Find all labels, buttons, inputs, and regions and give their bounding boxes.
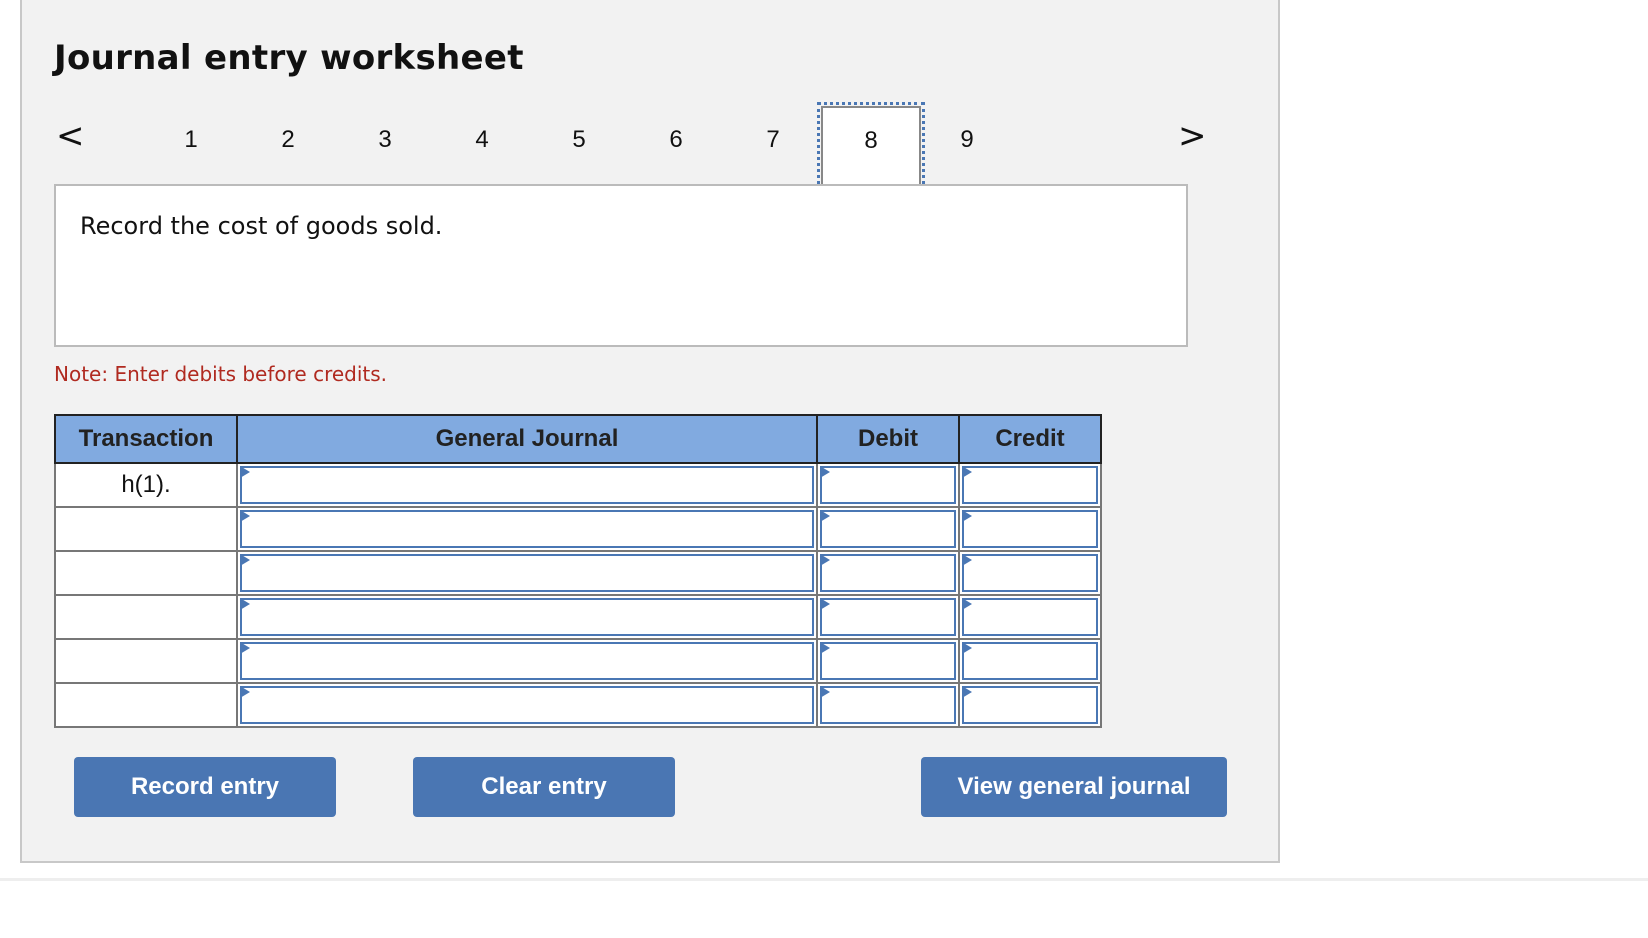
dropdown-marker-icon: [240, 554, 250, 566]
transaction-cell: h(1).: [54, 462, 238, 508]
header-credit: Credit: [958, 414, 1102, 464]
account-select[interactable]: [240, 686, 814, 724]
account-select[interactable]: [240, 642, 814, 680]
account-cell: [236, 550, 818, 596]
step-2[interactable]: 2: [238, 104, 338, 190]
transaction-cell: [54, 638, 238, 684]
debit-cell: [816, 682, 960, 728]
step-7[interactable]: 7: [723, 104, 823, 190]
step-4[interactable]: 4: [432, 104, 532, 190]
transaction-cell: [54, 506, 238, 552]
credit-input[interactable]: [962, 554, 1098, 592]
account-select[interactable]: [240, 510, 814, 548]
chevron-left-icon[interactable]: <: [56, 118, 85, 154]
dropdown-marker-icon: [240, 642, 250, 654]
credit-input[interactable]: [962, 466, 1098, 504]
header-general-journal: General Journal: [236, 414, 818, 464]
debit-cell: [816, 506, 960, 552]
header-debit: Debit: [816, 414, 960, 464]
journal-table: Transaction General Journal Debit Credit…: [54, 414, 1102, 728]
dropdown-marker-icon: [820, 686, 830, 698]
debit-input[interactable]: [820, 642, 956, 680]
table-row: [54, 594, 1102, 640]
credit-cell: [958, 638, 1102, 684]
dropdown-marker-icon: [240, 598, 250, 610]
table-row: [54, 638, 1102, 684]
step-9[interactable]: 9: [917, 104, 1017, 190]
account-cell: [236, 462, 818, 508]
credit-cell: [958, 506, 1102, 552]
debit-input[interactable]: [820, 510, 956, 548]
credit-input[interactable]: [962, 510, 1098, 548]
debit-cell: [816, 462, 960, 508]
credit-cell: [958, 462, 1102, 508]
table-row: [54, 506, 1102, 552]
debit-cell: [816, 594, 960, 640]
note-text: Note: Enter debits before credits.: [54, 362, 388, 386]
table-row: h(1).: [54, 462, 1102, 508]
dropdown-marker-icon: [820, 642, 830, 654]
table-row: [54, 550, 1102, 596]
credit-cell: [958, 594, 1102, 640]
debit-input[interactable]: [820, 686, 956, 724]
dropdown-marker-icon: [962, 642, 972, 654]
page-title: Journal entry worksheet: [54, 38, 524, 78]
header-transaction: Transaction: [54, 414, 238, 464]
credit-input[interactable]: [962, 686, 1098, 724]
debit-input[interactable]: [820, 466, 956, 504]
transaction-cell: [54, 682, 238, 728]
dropdown-marker-icon: [240, 466, 250, 478]
account-cell: [236, 594, 818, 640]
step-6[interactable]: 6: [626, 104, 726, 190]
dropdown-marker-icon: [962, 554, 972, 566]
dropdown-marker-icon: [240, 510, 250, 522]
step-8[interactable]: 8: [817, 102, 925, 190]
credit-input[interactable]: [962, 642, 1098, 680]
record-entry-button[interactable]: Record entry: [74, 757, 336, 817]
account-cell: [236, 506, 818, 552]
dropdown-marker-icon: [962, 686, 972, 698]
transaction-cell: [54, 594, 238, 640]
account-cell: [236, 682, 818, 728]
dropdown-marker-icon: [240, 686, 250, 698]
credit-cell: [958, 682, 1102, 728]
debit-cell: [816, 550, 960, 596]
dropdown-marker-icon: [962, 598, 972, 610]
dropdown-marker-icon: [820, 466, 830, 478]
debit-cell: [816, 638, 960, 684]
credit-cell: [958, 550, 1102, 596]
dropdown-marker-icon: [820, 598, 830, 610]
chevron-right-icon[interactable]: >: [1178, 118, 1207, 154]
account-select[interactable]: [240, 554, 814, 592]
step-3[interactable]: 3: [335, 104, 435, 190]
table-header-row: Transaction General Journal Debit Credit: [54, 414, 1102, 464]
dropdown-marker-icon: [962, 466, 972, 478]
table-row: [54, 682, 1102, 728]
dropdown-marker-icon: [962, 510, 972, 522]
step-5[interactable]: 5: [529, 104, 629, 190]
transaction-cell: [54, 550, 238, 596]
account-select[interactable]: [240, 466, 814, 504]
description-text: Record the cost of goods sold.: [80, 212, 443, 240]
dropdown-marker-icon: [820, 554, 830, 566]
dropdown-marker-icon: [820, 510, 830, 522]
divider: [0, 878, 1648, 881]
clear-entry-button[interactable]: Clear entry: [413, 757, 675, 817]
debit-input[interactable]: [820, 598, 956, 636]
view-general-journal-button[interactable]: View general journal: [921, 757, 1227, 817]
description-box: Record the cost of goods sold.: [54, 184, 1188, 347]
step-1[interactable]: 1: [141, 104, 241, 190]
account-select[interactable]: [240, 598, 814, 636]
debit-input[interactable]: [820, 554, 956, 592]
account-cell: [236, 638, 818, 684]
credit-input[interactable]: [962, 598, 1098, 636]
